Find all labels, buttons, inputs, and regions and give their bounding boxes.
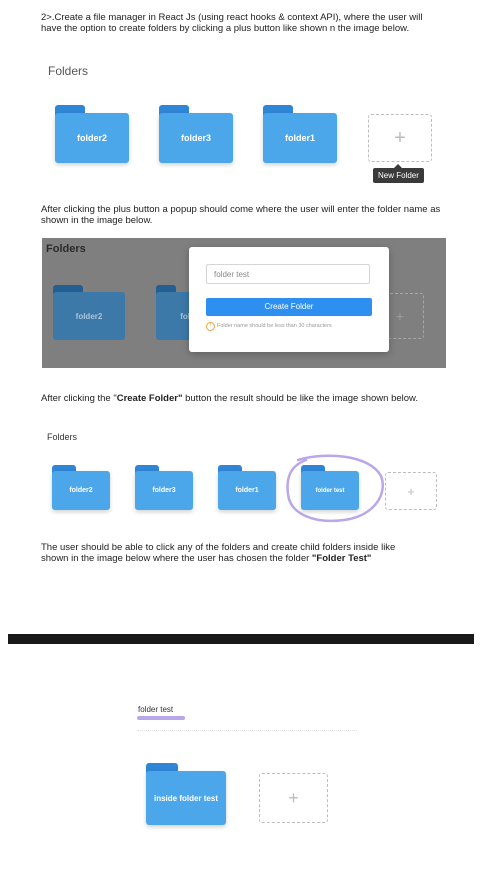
folder-item[interactable]: folder3 (159, 105, 233, 163)
highlight-circle (286, 454, 384, 523)
folder-item[interactable]: folder3 (135, 465, 193, 510)
folder-label: fol (156, 292, 190, 340)
folder-label: folder3 (135, 471, 193, 510)
section-title: Folders (47, 432, 78, 442)
folder-label: folder1 (263, 113, 337, 163)
paragraph-bold: Create Folder" (116, 393, 183, 404)
plus-icon: + (407, 483, 415, 499)
folder-label: folder2 (52, 471, 110, 510)
paragraph-popup: After clicking the plus button a popup s… (41, 204, 441, 226)
folder-label: folder1 (218, 471, 276, 510)
create-folder-modal: folder test Create Folder ! Folder name … (189, 247, 389, 352)
paragraph-result: After clicking the "Create Folder" butto… (41, 393, 461, 404)
folder-item: fol (156, 285, 190, 340)
create-folder-button[interactable]: Create Folder (206, 298, 372, 316)
intro-text: 2>.Create a file manager in React Js (us… (41, 12, 423, 34)
plus-icon: + (288, 787, 299, 808)
paragraph-bold: "Folder Test" (311, 553, 372, 564)
section-title: Folders (48, 64, 89, 78)
add-folder-button[interactable]: + (259, 773, 328, 823)
folder-item: folder2 (53, 285, 125, 340)
breadcrumb-underline (137, 716, 185, 720)
new-folder-tooltip: New Folder (373, 164, 424, 183)
paragraph-text: button the result should be like the ima… (182, 393, 419, 404)
folder-name-input[interactable]: folder test (206, 264, 370, 284)
divider-bar (8, 634, 474, 644)
folder-label: folder3 (159, 113, 233, 163)
add-folder-button[interactable]: + (385, 472, 437, 510)
warning-text: Folder name should be less than 30 chara… (217, 323, 332, 329)
warning-icon: ! (206, 322, 215, 331)
folder-name-warning: ! Folder name should be less than 30 cha… (206, 322, 332, 331)
folder-item[interactable]: folder2 (55, 105, 129, 163)
paragraph-child-folders: The user should be able to click any of … (41, 542, 421, 564)
add-folder-button[interactable]: + (368, 114, 432, 162)
folder-item[interactable]: folder1 (263, 105, 337, 163)
paragraph-text: After clicking the " (41, 393, 117, 404)
breadcrumb-divider (137, 730, 357, 731)
folder-item[interactable]: folder2 (52, 465, 110, 510)
folder-item[interactable]: folder1 (218, 465, 276, 510)
section-title: Folders (46, 243, 86, 255)
plus-icon: + (395, 308, 405, 324)
folder-item[interactable]: inside folder test (146, 763, 226, 825)
folder-label: folder2 (55, 113, 129, 163)
breadcrumb[interactable]: folder test (138, 705, 173, 714)
folder-label: folder2 (53, 292, 125, 340)
plus-icon: + (394, 126, 406, 149)
folder-label: inside folder test (146, 771, 226, 825)
